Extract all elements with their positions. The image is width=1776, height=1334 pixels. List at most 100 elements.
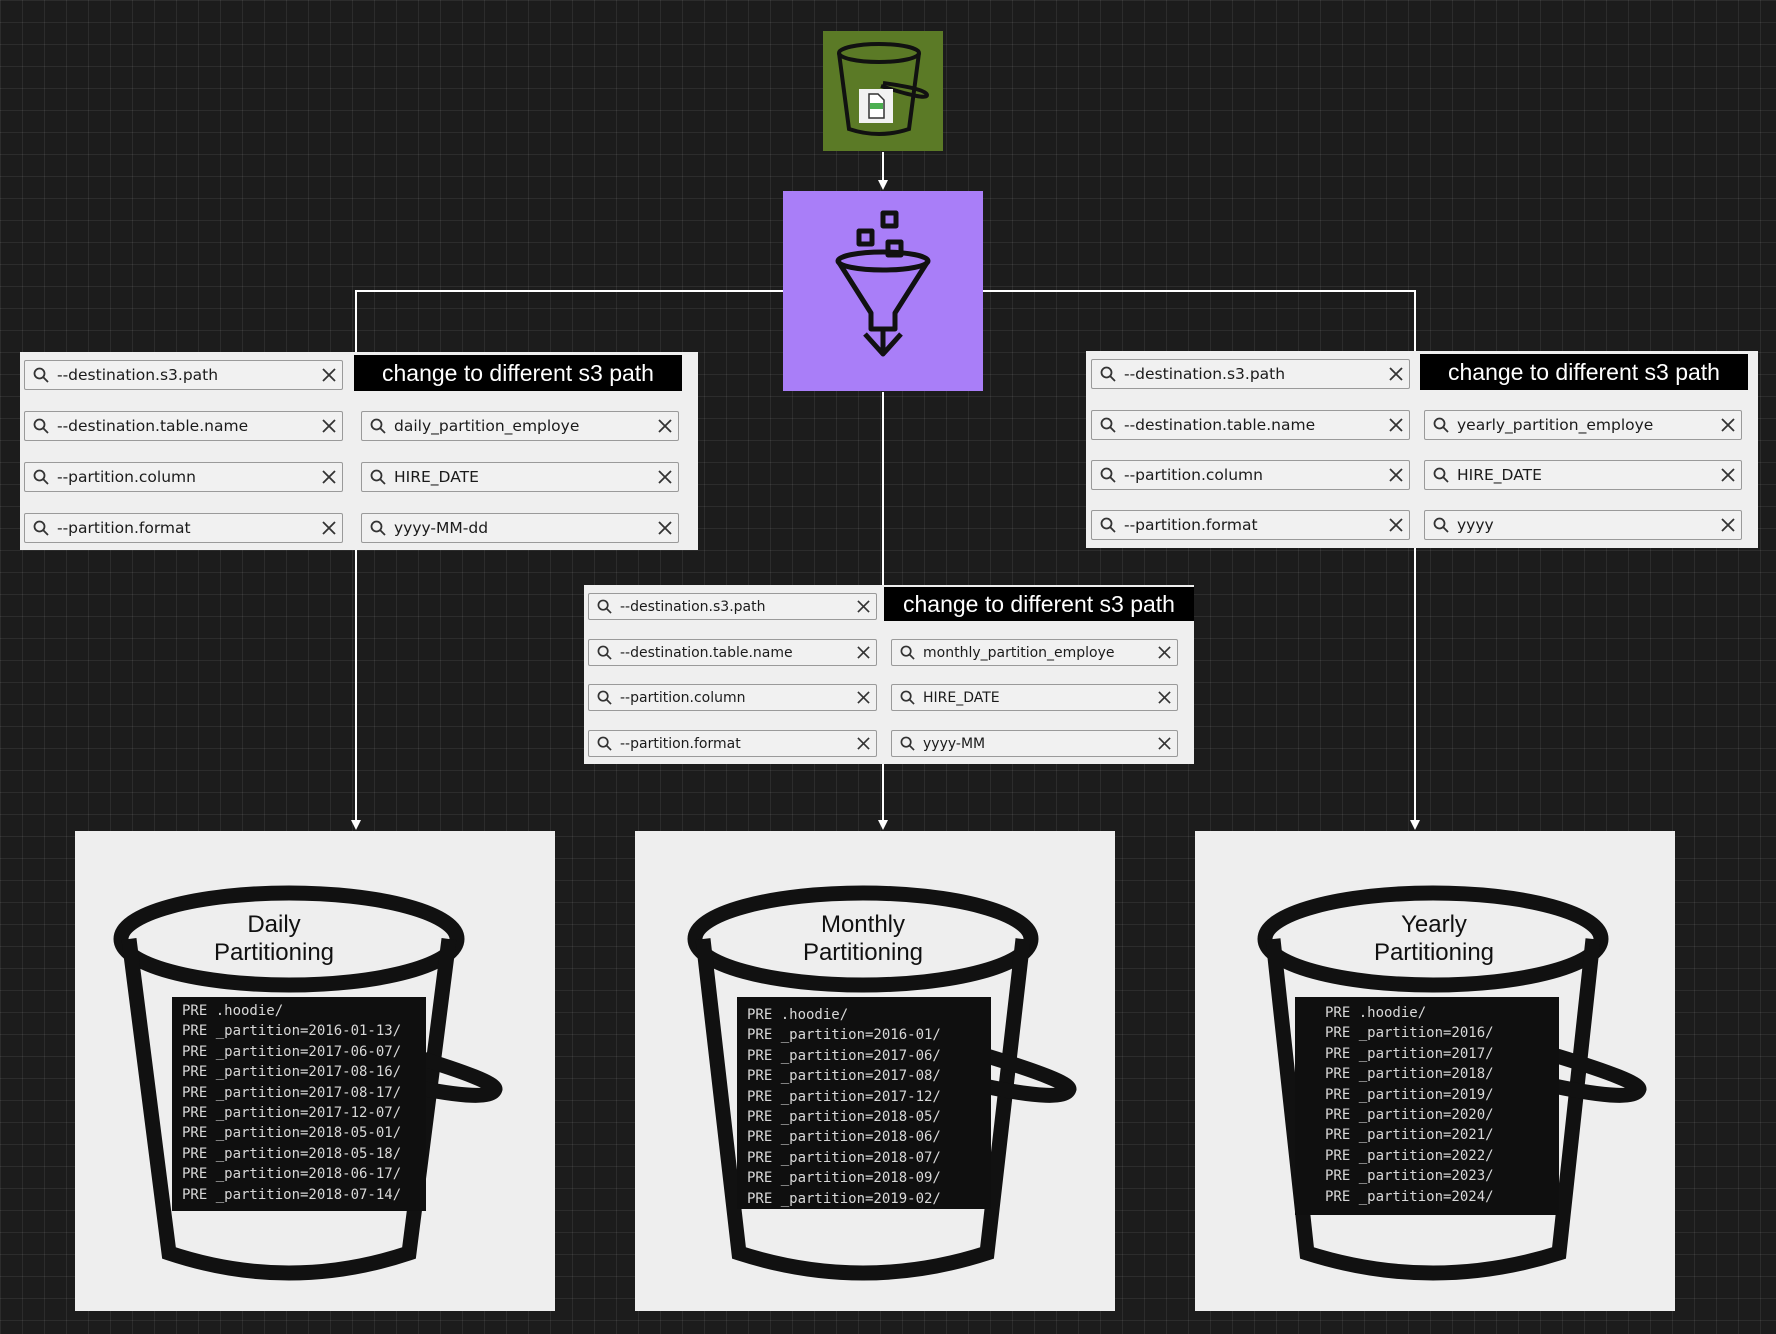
field-value: HIRE_DATE <box>923 689 1000 706</box>
search-icon <box>900 736 915 751</box>
search-icon <box>1433 467 1449 483</box>
monthly-value-field-3[interactable]: yyyy-MM <box>891 730 1178 757</box>
close-icon[interactable] <box>1158 737 1171 750</box>
field-value: yyyy <box>1457 516 1494 534</box>
monthly-key-field-1[interactable]: --destination.s3.path <box>588 593 877 620</box>
listing-row: PRE .hoodie/ <box>1325 1005 1427 1021</box>
monthly-value-field-1[interactable]: monthly_partition_employe <box>891 639 1178 666</box>
listing-row: PRE _partition=2018-05-01/ <box>182 1125 402 1142</box>
close-icon[interactable] <box>658 470 672 484</box>
daily-value-field-3[interactable]: yyyy-MM-dd <box>361 513 679 543</box>
search-icon <box>1100 467 1116 483</box>
listing-row: PRE _partition=2017-08-16/ <box>182 1064 402 1081</box>
listing-row: PRE _partition=2024/ <box>1325 1188 1494 1205</box>
daily-value-field-2[interactable]: HIRE_DATE <box>361 462 679 492</box>
close-icon[interactable] <box>857 737 870 750</box>
bucket-title-line-2: Partitioning <box>1373 939 1495 966</box>
yearly-value-field-2[interactable]: HIRE_DATE <box>1424 460 1742 490</box>
listing-row: PRE .hoodie/ <box>182 1003 284 1019</box>
close-icon[interactable] <box>857 646 870 659</box>
field-value: --partition.format <box>1124 516 1258 534</box>
search-icon <box>597 736 612 751</box>
yearly-bucket-card: Yearly Partitioning PRE .hoodie/ PRE _pa… <box>1195 831 1675 1311</box>
close-icon[interactable] <box>857 600 870 613</box>
search-icon <box>1100 517 1116 533</box>
close-icon[interactable] <box>322 521 336 535</box>
monthly-key-field-2[interactable]: --destination.table.name <box>588 639 877 666</box>
search-icon <box>33 520 49 536</box>
close-icon[interactable] <box>1158 691 1171 704</box>
field-value: yearly_partition_employe <box>1457 416 1654 434</box>
bucket-title: Yearly Partitioning <box>1194 911 1674 967</box>
daily-value-field-1[interactable]: daily_partition_employe <box>361 411 679 441</box>
listing-row: PRE _partition=2019/ <box>1325 1086 1494 1103</box>
close-icon[interactable] <box>857 691 870 704</box>
partition-listing: PRE .hoodie/ PRE _partition=2016/ PRE _p… <box>1295 997 1559 1215</box>
listing-row: PRE _partition=2020/ <box>1325 1106 1494 1123</box>
listing-row: PRE _partition=2016/ <box>1325 1025 1494 1042</box>
bucket-title-line-2: Partitioning <box>802 939 924 966</box>
daily-note: change to different s3 path <box>354 355 682 391</box>
search-icon <box>1100 366 1116 382</box>
close-icon[interactable] <box>658 419 672 433</box>
close-icon[interactable] <box>1721 418 1735 432</box>
listing-row: PRE _partition=2017-06-07/ <box>182 1043 402 1060</box>
bucket-title-line-1: Daily <box>247 911 301 938</box>
close-icon[interactable] <box>322 470 336 484</box>
bucket-title-line-1: Monthly <box>820 911 906 938</box>
listing-row: PRE _partition=2017-08/ <box>747 1068 941 1085</box>
listing-row: PRE _partition=2018/ <box>1325 1066 1494 1083</box>
daily-key-field-3[interactable]: --partition.column <box>24 462 343 492</box>
daily-key-field-2[interactable]: --destination.table.name <box>24 411 343 441</box>
partition-listing: PRE .hoodie/ PRE _partition=2016-01/ PRE… <box>737 997 991 1209</box>
close-icon[interactable] <box>1389 518 1403 532</box>
yearly-key-field-1[interactable]: --destination.s3.path <box>1091 359 1410 389</box>
listing-row: PRE _partition=2023/ <box>1325 1168 1494 1185</box>
listing-row: PRE _partition=2021/ <box>1325 1127 1494 1144</box>
listing-row: PRE _partition=2018-07-14/ <box>182 1186 402 1203</box>
yearly-value-field-1[interactable]: yearly_partition_employe <box>1424 410 1742 440</box>
listing-row: PRE _partition=2018-05-18/ <box>182 1145 402 1162</box>
field-value: --destination.table.name <box>1124 416 1316 434</box>
listing-row: PRE _partition=2017-08-17/ <box>182 1084 402 1101</box>
monthly-value-field-2[interactable]: HIRE_DATE <box>891 684 1178 711</box>
close-icon[interactable] <box>1721 518 1735 532</box>
field-value: --partition.column <box>57 468 196 486</box>
s3-bucket-csv-icon <box>823 31 943 151</box>
close-icon[interactable] <box>1721 468 1735 482</box>
search-icon <box>370 469 386 485</box>
search-icon <box>900 690 915 705</box>
listing-row: PRE _partition=2017-12-07/ <box>182 1104 402 1121</box>
close-icon[interactable] <box>322 419 336 433</box>
search-icon <box>33 418 49 434</box>
monthly-note: change to different s3 path <box>884 587 1194 621</box>
bucket-title-line-1: Yearly <box>1401 911 1467 938</box>
daily-key-field-4[interactable]: --partition.format <box>24 513 343 543</box>
close-icon[interactable] <box>1389 418 1403 432</box>
bucket-title: Daily Partitioning <box>34 911 514 967</box>
listing-row: PRE _partition=2017/ <box>1325 1045 1494 1062</box>
yearly-key-field-3[interactable]: --partition.column <box>1091 460 1410 490</box>
close-icon[interactable] <box>1389 367 1403 381</box>
search-icon <box>1100 417 1116 433</box>
yearly-value-field-3[interactable]: yyyy <box>1424 510 1742 540</box>
close-icon[interactable] <box>658 521 672 535</box>
field-value: --destination.s3.path <box>57 366 219 384</box>
listing-row: PRE _partition=2018-07/ <box>747 1149 941 1166</box>
yearly-note: change to different s3 path <box>1420 354 1748 390</box>
yearly-key-field-2[interactable]: --destination.table.name <box>1091 410 1410 440</box>
monthly-key-field-3[interactable]: --partition.column <box>588 684 877 711</box>
monthly-key-field-4[interactable]: --partition.format <box>588 730 877 757</box>
listing-row: PRE _partition=2018-06/ <box>747 1129 941 1146</box>
close-icon[interactable] <box>322 368 336 382</box>
field-value: --destination.table.name <box>57 417 249 435</box>
yearly-key-field-4[interactable]: --partition.format <box>1091 510 1410 540</box>
daily-bucket-card: Daily Partitioning PRE .hoodie/ PRE _par… <box>75 831 555 1311</box>
field-value: monthly_partition_employe <box>923 644 1115 661</box>
daily-key-field-1[interactable]: --destination.s3.path <box>24 360 343 390</box>
search-icon <box>370 520 386 536</box>
search-icon <box>597 690 612 705</box>
close-icon[interactable] <box>1158 646 1171 659</box>
search-icon <box>900 645 915 660</box>
close-icon[interactable] <box>1389 468 1403 482</box>
